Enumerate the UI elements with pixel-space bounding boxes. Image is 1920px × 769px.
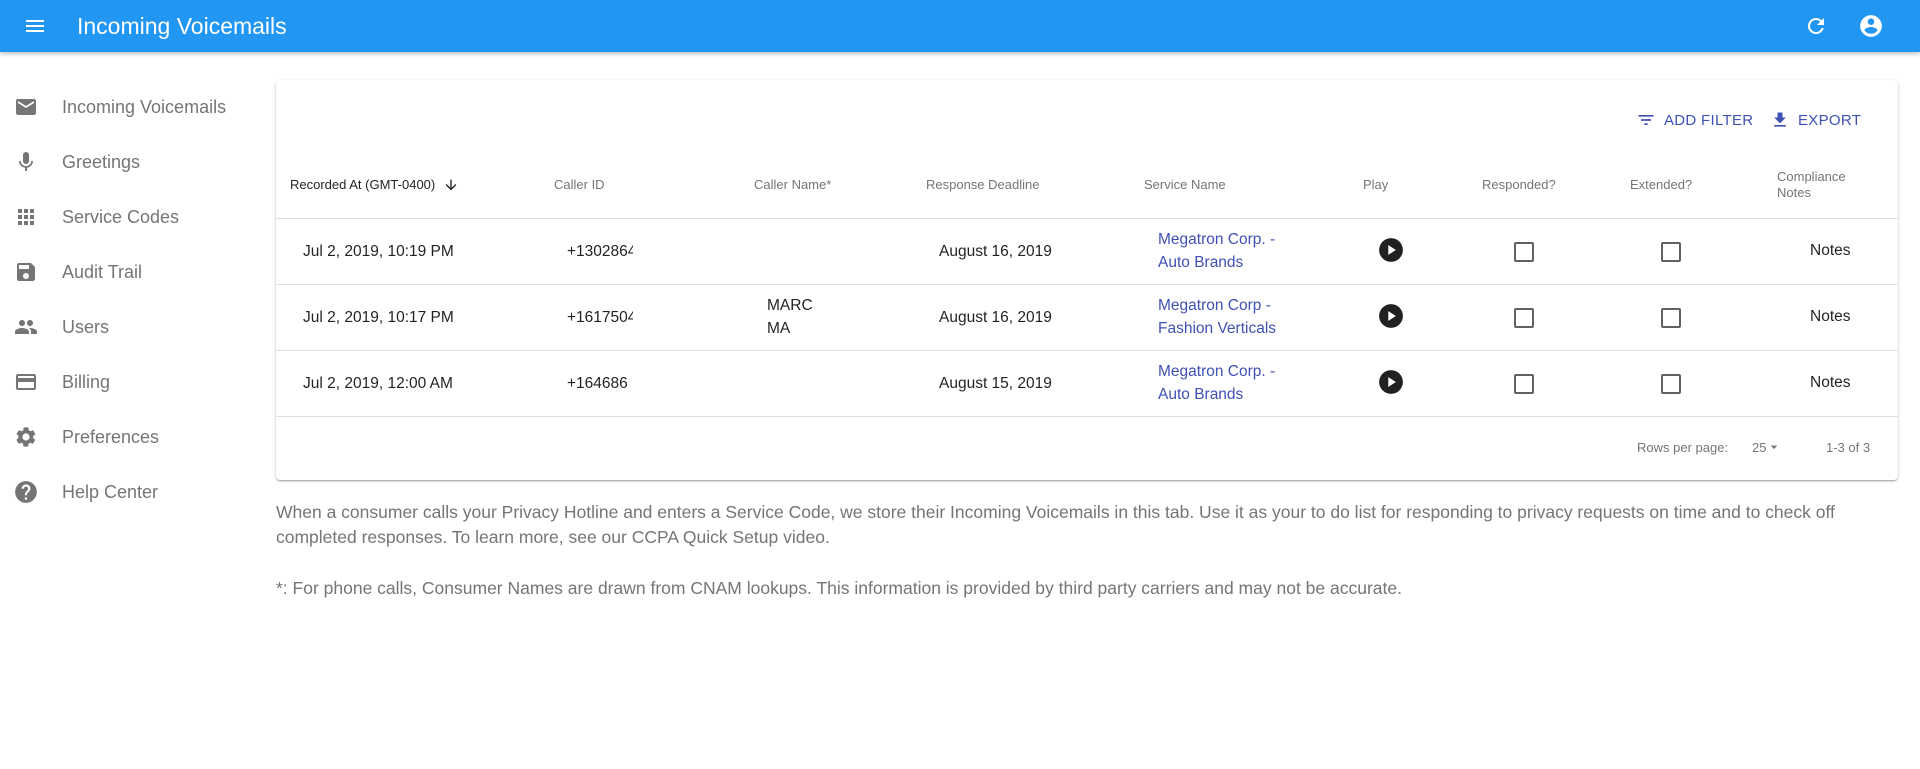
play-icon[interactable] [1378,303,1404,329]
rows-per-page-label: Rows per page: [1637,440,1729,455]
recorded-at-cell: Jul 2, 2019, 10:17 PM [303,309,454,326]
sidebar-item-label: Users [62,316,110,337]
people-icon [13,314,39,340]
service-name-link[interactable]: Megatron Corp. - Auto Brands [1158,360,1298,406]
rows-per-page-select[interactable]: 25 [1752,439,1782,455]
rows-per-page-value: 25 [1752,439,1767,455]
column-header-caller-name[interactable]: Caller Name* [754,177,831,193]
play-icon[interactable] [1378,237,1404,263]
responded-checkbox[interactable] [1514,308,1534,328]
add-filter-label: ADD FILTER [1664,111,1754,129]
responded-checkbox[interactable] [1514,374,1534,394]
refresh-icon[interactable] [1801,11,1831,41]
caller-id-cell: +164686 [567,375,627,392]
voicemails-card: ADD FILTER EXPORT Recorded At (GMT-0400)… [276,80,1898,480]
add-filter-button[interactable]: ADD FILTER [1636,104,1753,136]
column-header-service-name[interactable]: Service Name [1144,177,1226,193]
caller-id-cell: +1302864 [567,243,633,260]
column-header-responded[interactable]: Responded? [1482,177,1556,193]
caller-id-cell: +1617504 [567,309,633,326]
info-description: When a consumer calls your Privacy Hotli… [276,502,1835,547]
column-header-extended[interactable]: Extended? [1630,177,1692,193]
sidebar-item-billing[interactable]: Billing [0,360,260,404]
table-row[interactable]: Jul 2, 2019, 10:19 PM +1302864 August 16… [276,219,1898,285]
sidebar-item-incoming-voicemails[interactable]: Incoming Voicemails [0,85,260,129]
sidebar-item-label: Help Center [62,481,159,502]
microphone-icon [13,149,39,175]
extended-checkbox[interactable] [1661,374,1681,394]
sidebar-item-audit-trail[interactable]: Audit Trail [0,250,260,294]
caller-name-cell: MARC MA [767,297,813,337]
sidebar-item-label: Audit Trail [62,261,143,282]
responded-checkbox[interactable] [1514,242,1534,262]
gear-icon [13,424,39,450]
sidebar-item-help-center[interactable]: Help Center [0,470,260,514]
extended-checkbox[interactable] [1661,308,1681,328]
column-header-play: Play [1363,177,1389,192]
sidebar-item-label: Billing [62,371,111,392]
export-label: EXPORT [1798,111,1862,129]
export-button[interactable]: EXPORT [1770,104,1861,136]
compliance-notes-link[interactable]: Notes [1810,242,1851,260]
table-row[interactable]: Jul 2, 2019, 10:17 PM +1617504 MARC MA A… [276,285,1898,351]
column-header-label: Recorded At (GMT-0400) [290,177,436,192]
extended-checkbox[interactable] [1661,242,1681,262]
sidebar-item-label: Incoming Voicemails [62,96,227,117]
page-title: Incoming Voicemails [77,13,287,39]
apps-grid-icon [13,204,39,230]
compliance-notes-link[interactable]: Notes [1810,308,1851,326]
column-header-compliance-notes: Compliance Notes [1777,169,1846,200]
sidebar-item-greetings[interactable]: Greetings [0,140,260,184]
mail-icon [13,94,39,120]
recorded-at-cell: Jul 2, 2019, 12:00 AM [303,375,453,392]
account-circle-icon[interactable] [1856,11,1886,41]
save-icon [13,259,39,285]
sidebar-item-label: Preferences [62,426,160,447]
response-deadline-cell: August 16, 2019 [939,309,1052,326]
column-header-recorded-at[interactable]: Recorded At (GMT-0400) [290,177,459,193]
filter-icon [1638,115,1654,125]
info-footnote: *: For phone calls, Consumer Names are d… [276,578,1402,598]
service-name-link[interactable]: Megatron Corp. - Auto Brands [1158,228,1298,274]
recorded-at-cell: Jul 2, 2019, 10:19 PM [303,243,454,260]
sidebar-item-preferences[interactable]: Preferences [0,415,260,459]
menu-icon[interactable] [20,12,50,40]
sidebar-item-users[interactable]: Users [0,305,260,349]
service-name-link[interactable]: Megatron Corp - Fashion Verticals [1158,294,1298,340]
sidebar-item-label: Service Codes [62,206,180,227]
pagination-range: 1-3 of 3 [1826,440,1871,455]
column-header-response-deadline[interactable]: Response Deadline [926,177,1039,193]
table-row[interactable]: Jul 2, 2019, 12:00 AM +164686 August 15,… [276,351,1898,417]
column-header-caller-id[interactable]: Caller ID [554,177,605,193]
download-icon [1774,112,1786,127]
app-bar: Incoming Voicemails [0,0,1920,52]
credit-card-icon [13,369,39,395]
help-circle-icon [13,479,39,505]
compliance-notes-link[interactable]: Notes [1810,374,1851,392]
sidebar-item-service-codes[interactable]: Service Codes [0,195,260,239]
response-deadline-cell: August 16, 2019 [939,243,1052,260]
arrow-down-icon [445,179,457,191]
dropdown-arrow-icon [1771,445,1778,449]
sidebar-item-label: Greetings [62,151,141,172]
play-icon[interactable] [1378,369,1404,395]
response-deadline-cell: August 15, 2019 [939,375,1052,392]
